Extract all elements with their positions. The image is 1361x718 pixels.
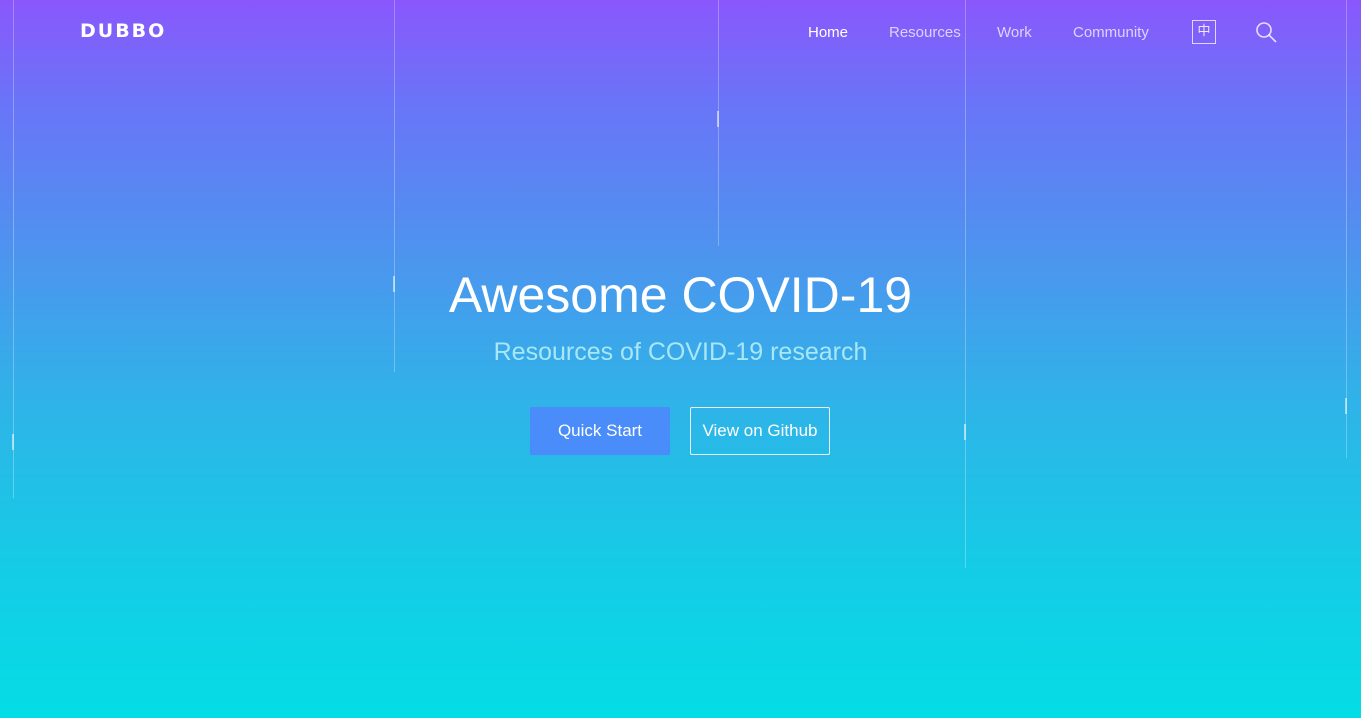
nav-item-work[interactable]: Work [997, 22, 1032, 44]
quick-start-button[interactable]: Quick Start [530, 407, 670, 455]
decorative-line-tick [1345, 398, 1347, 414]
decorative-line-tick [717, 111, 719, 127]
decorative-line [1346, 0, 1347, 458]
nav-item-home[interactable]: Home [808, 22, 848, 44]
hero-title: Awesome COVID-19 [448, 267, 913, 323]
decorative-line [13, 0, 14, 498]
dubbo-logo[interactable]: DUBBO [80, 19, 176, 43]
view-on-github-button[interactable]: View on Github [690, 407, 830, 455]
top-navbar: DUBBO Home Resources Work Community 中 [0, 0, 1361, 64]
nav-item-resources[interactable]: Resources [889, 22, 961, 44]
decorative-line-tick [964, 424, 966, 440]
nav-item-community[interactable]: Community [1073, 22, 1149, 44]
language-toggle-button[interactable]: 中 [1192, 20, 1216, 44]
search-icon[interactable] [1255, 21, 1277, 43]
decorative-line-tick [12, 434, 14, 450]
hero-subtitle: Resources of COVID-19 research [493, 338, 868, 366]
